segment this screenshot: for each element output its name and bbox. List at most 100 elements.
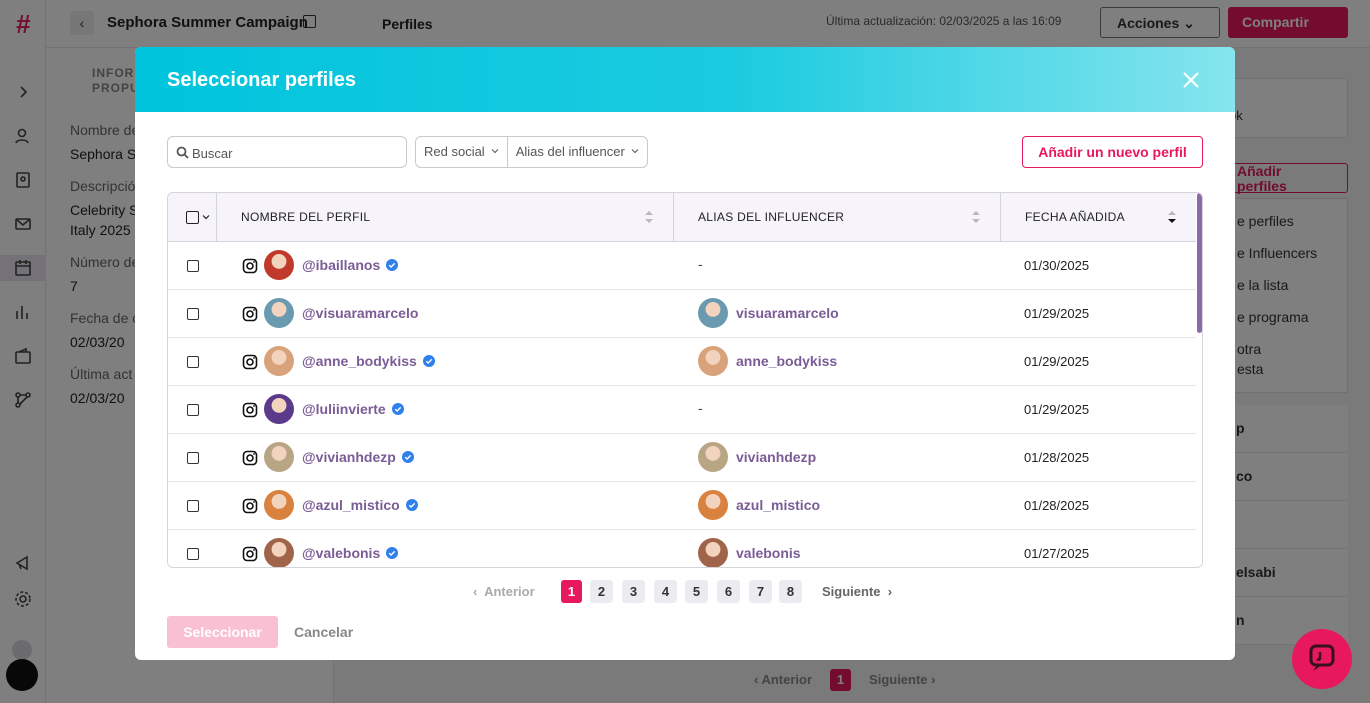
row-checkbox[interactable] xyxy=(187,356,199,368)
add-new-profile-button[interactable]: Añadir un nuevo perfil xyxy=(1022,136,1203,168)
instagram-icon xyxy=(242,450,258,466)
influencer-alias-filter[interactable]: Alias del influencer xyxy=(506,137,647,167)
chat-icon xyxy=(1309,644,1335,671)
verified-badge-icon xyxy=(405,498,418,511)
chevron-down-icon xyxy=(631,149,639,154)
close-icon[interactable] xyxy=(1178,67,1204,93)
page-link[interactable]: 5 xyxy=(685,580,708,603)
table-row[interactable]: @visuaramarcelo visuaramarcelo 01/29/2025 xyxy=(168,290,1196,338)
chevron-down-icon[interactable] xyxy=(202,213,210,221)
verified-badge-icon xyxy=(386,546,399,559)
date-added: 01/27/2025 xyxy=(1024,546,1090,561)
next-page-button[interactable]: Siguiente › xyxy=(822,584,892,599)
influencer-alias-filter-label: Alias del influencer xyxy=(515,144,625,159)
table-header: NOMBRE DEL PERFIL ALIAS DEL INFLUENCER F… xyxy=(168,193,1196,242)
profile-handle[interactable]: @anne_bodykiss xyxy=(302,353,435,369)
instagram-icon xyxy=(242,498,258,514)
verified-badge-icon xyxy=(386,258,399,271)
table-row[interactable]: @valebonis valebonis 01/27/2025 xyxy=(168,530,1196,567)
filter-group: Red social Alias del influencer xyxy=(415,136,648,168)
row-checkbox[interactable] xyxy=(187,308,199,320)
influencer-alias[interactable]: azul_mistico xyxy=(736,497,820,513)
influencer-alias[interactable]: valebonis xyxy=(736,545,801,561)
verified-badge-icon xyxy=(391,402,404,415)
sort-descending-icon[interactable] xyxy=(1167,208,1177,226)
verified-badge-icon xyxy=(422,354,435,367)
instagram-icon xyxy=(242,546,258,562)
profile-handle[interactable]: @luliinvierte xyxy=(302,401,404,417)
influencer-avatar xyxy=(698,490,728,520)
instagram-icon xyxy=(242,402,258,418)
select-all-checkbox[interactable] xyxy=(186,211,199,224)
table-scrollbar[interactable] xyxy=(1197,193,1202,333)
table-row[interactable]: @anne_bodykiss anne_bodykiss 01/29/2025 xyxy=(168,338,1196,386)
influencer-alias[interactable]: anne_bodykiss xyxy=(736,353,837,369)
row-checkbox[interactable] xyxy=(187,500,199,512)
profiles-table: NOMBRE DEL PERFIL ALIAS DEL INFLUENCER F… xyxy=(167,192,1203,568)
page-link[interactable]: 2 xyxy=(590,580,613,603)
search-input[interactable] xyxy=(192,142,397,164)
social-network-filter-label: Red social xyxy=(424,144,485,159)
table-row[interactable]: @ibaillanos - 01/30/2025 xyxy=(168,242,1196,290)
previous-page-button[interactable]: ‹ Anterior xyxy=(473,584,535,599)
profile-handle[interactable]: @valebonis xyxy=(302,545,399,561)
column-header-influencer-alias[interactable]: ALIAS DEL INFLUENCER xyxy=(673,193,1001,241)
profile-avatar xyxy=(264,442,294,472)
profile-avatar xyxy=(264,298,294,328)
date-added: 01/28/2025 xyxy=(1024,450,1090,465)
social-network-filter[interactable]: Red social xyxy=(416,137,507,167)
influencer-alias[interactable]: visuaramarcelo xyxy=(736,305,839,321)
profile-avatar xyxy=(264,490,294,520)
date-added: 01/29/2025 xyxy=(1024,354,1090,369)
page-link[interactable]: 8 xyxy=(779,580,802,603)
table-row[interactable]: @vivianhdezp vivianhdezp 01/28/2025 xyxy=(168,434,1196,482)
page-current[interactable]: 1 xyxy=(561,580,582,603)
instagram-icon xyxy=(242,354,258,370)
influencer-alias[interactable]: vivianhdezp xyxy=(736,449,816,465)
profile-avatar xyxy=(264,346,294,376)
page-link[interactable]: 4 xyxy=(654,580,677,603)
influencer-avatar xyxy=(698,346,728,376)
sort-icon[interactable] xyxy=(644,208,654,226)
cancel-button[interactable]: Cancelar xyxy=(294,624,353,640)
chevron-down-icon xyxy=(491,149,499,154)
date-added: 01/29/2025 xyxy=(1024,306,1090,321)
modal-title: Seleccionar perfiles xyxy=(167,69,356,91)
profile-avatar xyxy=(264,538,294,567)
row-checkbox[interactable] xyxy=(187,404,199,416)
select-profiles-modal: Seleccionar perfiles Red social Alias de… xyxy=(135,47,1235,660)
table-row[interactable]: @luliinvierte - 01/29/2025 xyxy=(168,386,1196,434)
page-link[interactable]: 3 xyxy=(622,580,645,603)
profile-handle[interactable]: @vivianhdezp xyxy=(302,449,414,465)
date-added: 01/30/2025 xyxy=(1024,258,1090,273)
instagram-icon xyxy=(242,258,258,274)
influencer-avatar xyxy=(698,442,728,472)
table-row[interactable]: @azul_mistico azul_mistico 01/28/2025 xyxy=(168,482,1196,530)
row-checkbox[interactable] xyxy=(187,452,199,464)
page-link[interactable]: 6 xyxy=(717,580,740,603)
modal-header: Seleccionar perfiles xyxy=(135,47,1235,112)
date-added: 01/28/2025 xyxy=(1024,498,1090,513)
row-checkbox[interactable] xyxy=(187,548,199,560)
influencer-avatar xyxy=(698,298,728,328)
verified-badge-icon xyxy=(401,450,414,463)
profile-handle[interactable]: @azul_mistico xyxy=(302,497,418,513)
search-field[interactable] xyxy=(167,136,407,168)
page-link[interactable]: 7 xyxy=(749,580,772,603)
influencer-alias-empty: - xyxy=(698,256,703,272)
profile-handle[interactable]: @ibaillanos xyxy=(302,257,399,273)
row-checkbox[interactable] xyxy=(187,260,199,272)
sort-icon[interactable] xyxy=(971,208,981,226)
select-button[interactable]: Seleccionar xyxy=(167,616,278,648)
modal-pager: ‹ Anterior 12345678 Siguiente › xyxy=(135,580,1235,604)
instagram-icon xyxy=(242,306,258,322)
search-icon xyxy=(176,146,189,159)
profile-handle[interactable]: @visuaramarcelo xyxy=(302,305,418,321)
date-added: 01/29/2025 xyxy=(1024,402,1090,417)
profile-avatar xyxy=(264,394,294,424)
column-header-profile-name[interactable]: NOMBRE DEL PERFIL xyxy=(216,193,674,241)
support-chat-button[interactable] xyxy=(1292,629,1352,689)
profile-avatar xyxy=(264,250,294,280)
influencer-alias-empty: - xyxy=(698,400,703,416)
influencer-avatar xyxy=(698,538,728,567)
